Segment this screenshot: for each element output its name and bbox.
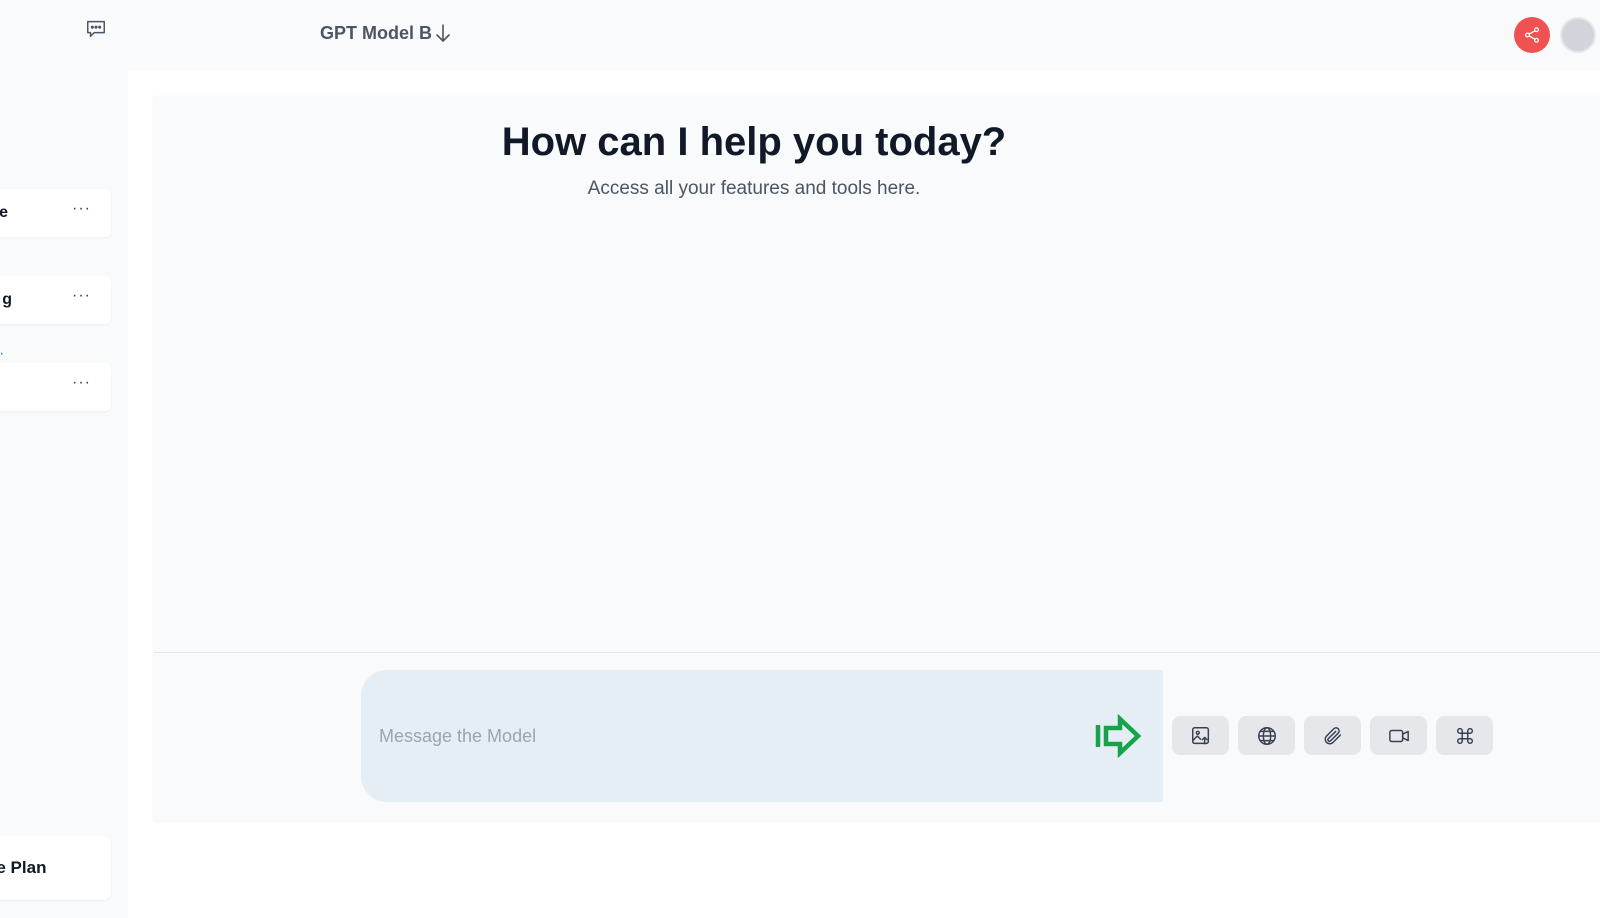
sidebar-link[interactable]: , xyxy=(0,343,3,355)
upgrade-plan-button[interactable]: de Plan xyxy=(0,836,111,900)
video-camera-icon xyxy=(1388,729,1409,742)
more-options-icon[interactable]: ··· xyxy=(72,375,91,391)
share-icon xyxy=(1524,27,1540,43)
send-button[interactable] xyxy=(1094,710,1146,762)
share-button[interactable] xyxy=(1514,17,1550,53)
arrow-down-icon xyxy=(436,24,450,42)
more-options-icon[interactable]: ··· xyxy=(72,201,91,217)
message-composer xyxy=(361,670,1163,802)
more-options-icon[interactable]: ··· xyxy=(72,288,91,304)
model-selector[interactable]: GPT Model B xyxy=(320,22,452,44)
web-search-button[interactable] xyxy=(1238,716,1295,755)
video-button[interactable] xyxy=(1370,716,1427,755)
image-upload-button[interactable] xyxy=(1172,716,1229,755)
page-subtitle: Access all your features and tools here. xyxy=(587,178,921,199)
send-arrow-icon xyxy=(1095,713,1142,759)
globe-icon xyxy=(1257,726,1276,745)
top-bar: GPT Model B xyxy=(128,0,1600,70)
image-upload-icon xyxy=(1191,726,1209,744)
sidebar-item-label: g xyxy=(2,291,12,308)
paperclip-icon xyxy=(1323,726,1341,745)
command-icon xyxy=(1456,727,1473,744)
commands-button[interactable] xyxy=(1436,716,1493,755)
message-input[interactable] xyxy=(377,720,1081,752)
model-name: GPT Model B xyxy=(320,22,432,43)
sidebar-item-label: e xyxy=(0,204,8,221)
sidebar-chat-item[interactable]: g ··· xyxy=(0,276,111,324)
upgrade-plan-label: de Plan xyxy=(0,858,47,877)
page-title: How can I help you today? xyxy=(501,120,1007,164)
chat-bubble-icon[interactable] xyxy=(84,18,108,40)
sidebar-chat-item[interactable]: ··· xyxy=(0,363,111,411)
avatar[interactable] xyxy=(1560,17,1596,53)
attach-file-button[interactable] xyxy=(1304,716,1361,755)
